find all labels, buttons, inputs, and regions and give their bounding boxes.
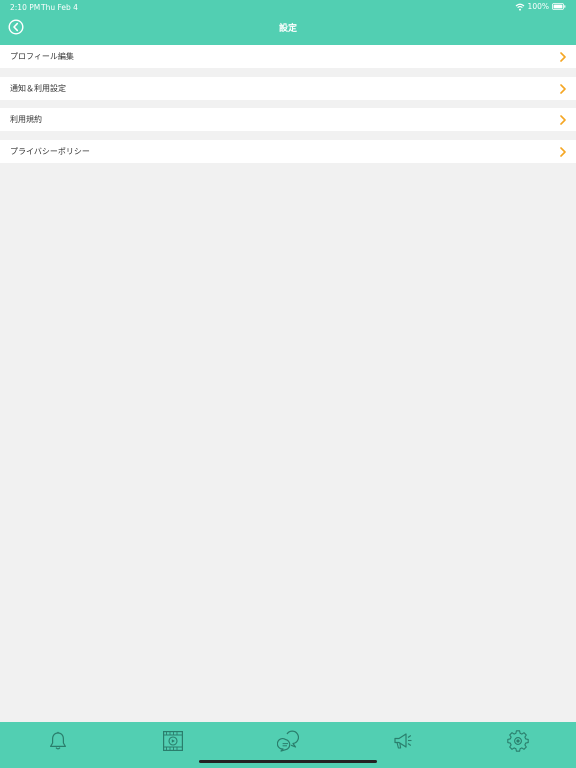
tab-settings[interactable]: [460, 722, 575, 760]
tab-notifications[interactable]: [0, 722, 115, 760]
bell-icon: [47, 730, 69, 752]
header-bar: 2:10 PM Thu Feb 4 100% 設定: [0, 0, 576, 45]
settings-list: プロフィール編集 通知＆利用設定 利用規約 プライバシーポリシー: [0, 45, 576, 171]
tab-bar: [0, 722, 576, 768]
settings-item-label: 利用規約: [10, 115, 42, 124]
chevron-right-icon: [560, 146, 566, 157]
status-right: 100%: [515, 2, 566, 11]
chevron-right-icon: [560, 115, 566, 125]
video-icon: [162, 730, 184, 752]
tab-announcements[interactable]: [345, 722, 460, 760]
tab-videos[interactable]: [115, 722, 230, 760]
status-time: 2:10 PM: [10, 3, 41, 12]
chat-icon: [276, 730, 299, 752]
wifi-icon: [515, 3, 525, 11]
page-title: 設定: [278, 24, 297, 34]
megaphone-icon: [392, 730, 414, 752]
settings-item-profile-edit[interactable]: プロフィール編集: [0, 45, 576, 68]
home-indicator: [199, 760, 377, 763]
settings-item-label: 通知＆利用設定: [10, 83, 66, 93]
settings-item-notification-usage[interactable]: 通知＆利用設定: [0, 76, 576, 100]
settings-item-terms[interactable]: 利用規約: [0, 108, 576, 131]
battery-icon: [552, 3, 566, 10]
tab-chat[interactable]: [230, 722, 345, 760]
settings-item-label: プロフィール編集: [10, 52, 74, 61]
status-bar: 2:10 PM Thu Feb 4 100%: [0, 0, 576, 14]
settings-item-privacy-policy[interactable]: プライバシーポリシー: [0, 139, 576, 163]
settings-item-label: プライバシーポリシー: [10, 146, 90, 156]
gear-icon: [506, 730, 529, 752]
status-date: Thu Feb 4: [41, 3, 78, 12]
battery-percent: 100%: [527, 2, 549, 11]
chevron-right-icon: [560, 83, 566, 94]
chevron-right-icon: [560, 52, 566, 62]
